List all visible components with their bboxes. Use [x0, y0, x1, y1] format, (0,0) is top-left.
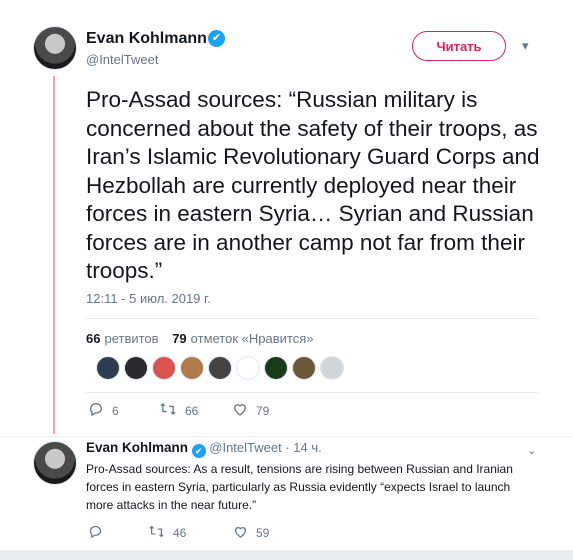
retweet-button[interactable]: 46 [148, 524, 186, 542]
liker-avatar[interactable] [320, 356, 344, 380]
liker-avatar[interactable] [236, 356, 260, 380]
like-count: 59 [256, 526, 270, 540]
footer-strip [0, 550, 573, 560]
engagement-stats: 66 ретвитов 79 отметок «Нравится» [86, 331, 313, 346]
reply-author-avatar[interactable] [33, 441, 77, 485]
heart-icon [233, 524, 248, 542]
like-count: 79 [256, 404, 270, 418]
liker-avatar[interactable] [208, 356, 232, 380]
liker-avatar[interactable] [180, 356, 204, 380]
liker-avatar[interactable] [124, 356, 148, 380]
retweet-icon [148, 524, 165, 542]
tweet-text: Pro-Assad sources: “Russian military is … [86, 87, 540, 283]
author-name[interactable]: Evan Kohlmann [86, 30, 207, 48]
like-button[interactable]: 79 [232, 401, 269, 421]
divider [0, 436, 573, 437]
liker-avatar[interactable] [96, 356, 120, 380]
retweet-button[interactable]: 66 [159, 401, 198, 421]
tweet-timestamp[interactable]: 12:11 - 5 июл. 2019 г. [86, 291, 211, 306]
heart-icon [232, 401, 248, 421]
author-handle[interactable]: @IntelTweet [86, 52, 158, 67]
liker-avatar[interactable] [264, 356, 288, 380]
main-tweet: Evan Kohlmann ✔ @IntelTweet Читать ▾ Pro… [0, 0, 573, 436]
likers-avatars [96, 356, 344, 380]
reply-author-handle[interactable]: @IntelTweet [209, 440, 281, 455]
chevron-down-icon[interactable]: ▾ [522, 38, 529, 54]
retweet-icon [159, 401, 177, 421]
reply-button[interactable]: 6 [88, 401, 119, 421]
reply-icon [88, 524, 103, 542]
like-button[interactable]: 59 [233, 524, 269, 542]
reply-header: Evan Kohlmann ✔ @IntelTweet · 14 ч. [86, 440, 322, 458]
divider [86, 392, 538, 393]
verified-icon: ✔ [208, 30, 225, 47]
liker-avatar[interactable] [152, 356, 176, 380]
retweets-label[interactable]: ретвитов [104, 331, 158, 346]
likes-count[interactable]: 79 [172, 331, 186, 346]
liker-avatar[interactable] [292, 356, 316, 380]
likes-label[interactable]: отметок «Нравится» [191, 331, 314, 346]
reply-time[interactable]: · 14 ч. [285, 440, 321, 455]
retweet-count: 66 [185, 404, 199, 418]
reply-button[interactable] [88, 524, 103, 542]
verified-icon: ✔ [191, 444, 206, 458]
divider [86, 318, 538, 319]
chevron-down-icon[interactable]: ⌄ [527, 444, 536, 457]
author-avatar[interactable] [33, 26, 77, 70]
reply-icon [88, 401, 104, 421]
reply-author-name[interactable]: Evan Kohlmann [86, 440, 188, 455]
retweets-count[interactable]: 66 [86, 331, 100, 346]
follow-button[interactable]: Читать [412, 31, 506, 61]
reply-count: 6 [112, 404, 119, 418]
retweet-count: 46 [173, 526, 187, 540]
reply-text: Pro-Assad sources: As a result, tensions… [86, 462, 513, 512]
